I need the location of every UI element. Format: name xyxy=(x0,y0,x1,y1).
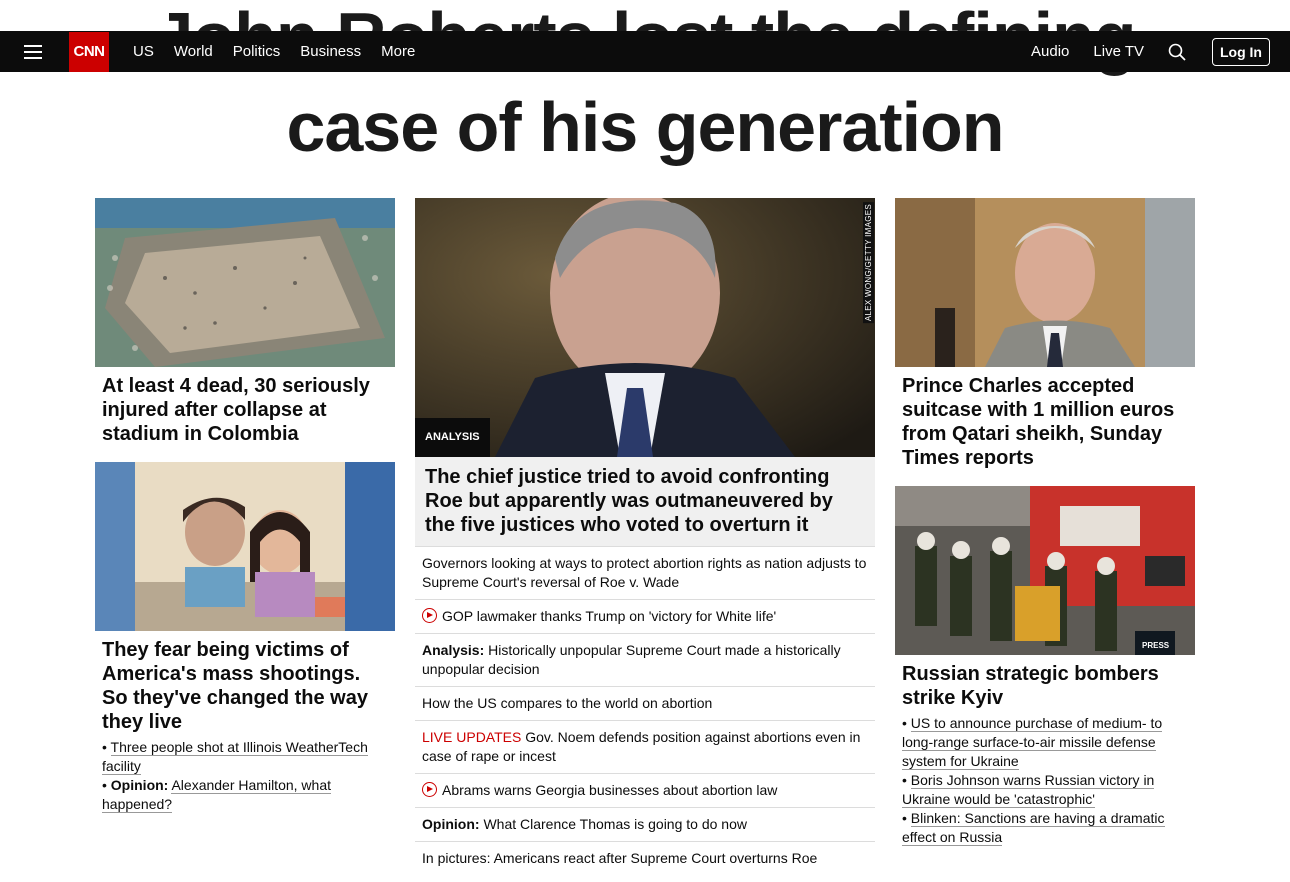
top-nav: CNN US World Politics Business More Audi… xyxy=(0,31,1290,72)
related-stories-list: Governors looking at ways to protect abo… xyxy=(415,546,875,875)
stadium-collapse-image[interactable] xyxy=(95,198,395,367)
bullet-item: • Opinion: Alexander Hamilton, what happ… xyxy=(102,777,331,813)
nav-links: US World Politics Business More xyxy=(123,43,425,60)
nav-link-world[interactable]: World xyxy=(174,43,213,60)
audio-link[interactable]: Audio xyxy=(1031,43,1069,60)
mass-shootings-bullets: • Three people shot at Illinois WeatherT… xyxy=(95,734,395,814)
boris-johnson-link[interactable]: Boris Johnson warns Russian victory in U… xyxy=(902,772,1155,808)
login-button[interactable]: Log In xyxy=(1212,37,1270,66)
opinion-label: Opinion: xyxy=(110,777,169,793)
live-tv-link[interactable]: Live TV xyxy=(1093,43,1144,60)
bullet-item: • Blinken: Sanctions are having a dramat… xyxy=(902,810,1165,846)
headline-line-2[interactable]: case of his generation xyxy=(0,90,1290,164)
list-item-text[interactable]: How the US compares to the world on abor… xyxy=(422,695,712,711)
nav-link-business[interactable]: Business xyxy=(300,43,361,60)
mass-shootings-title[interactable]: They fear being victims of America's mas… xyxy=(95,631,395,734)
weathertech-link[interactable]: Three people shot at Illinois WeatherTec… xyxy=(102,739,368,775)
mass-shootings-image[interactable] xyxy=(95,462,395,631)
list-item-text[interactable]: What Clarence Thomas is going to do now xyxy=(483,816,747,832)
analysis-label: Analysis: xyxy=(422,642,485,658)
list-item-text[interactable]: GOP lawmaker thanks Trump on 'victory fo… xyxy=(442,608,776,624)
list-item[interactable]: How the US compares to the world on abor… xyxy=(415,686,875,720)
press-vest-label: PRESS xyxy=(1142,641,1170,650)
list-item-text[interactable]: Abrams warns Georgia businesses about ab… xyxy=(442,782,777,798)
menu-button[interactable] xyxy=(0,31,66,72)
play-icon xyxy=(422,782,437,797)
cnn-logo[interactable]: CNN xyxy=(69,31,109,72)
list-item-text[interactable]: Historically unpopular Supreme Court mad… xyxy=(422,642,841,677)
blinken-link[interactable]: Blinken: Sanctions are having a dramatic… xyxy=(902,810,1165,846)
right-column: Prince Charles accepted suitcase with 1 … xyxy=(895,198,1195,847)
left-column: At least 4 dead, 30 seriously injured af… xyxy=(95,198,395,814)
bullet-item: • US to announce purchase of medium- to … xyxy=(902,715,1163,770)
nav-link-us[interactable]: US xyxy=(133,43,154,60)
kyiv-strike-title[interactable]: Russian strategic bombers strike Kyiv xyxy=(895,655,1195,710)
nav-link-politics[interactable]: Politics xyxy=(233,43,281,60)
prince-charles-title[interactable]: Prince Charles accepted suitcase with 1 … xyxy=(895,367,1195,470)
list-item[interactable]: LIVE UPDATES Gov. Noem defends position … xyxy=(415,720,875,773)
john-roberts-image[interactable]: ALEX WONG/GETTY IMAGES ANALYSIS xyxy=(415,198,875,457)
nav-right: Audio Live TV Log In xyxy=(1031,31,1270,72)
hamburger-icon xyxy=(24,44,42,59)
stadium-collapse-title[interactable]: At least 4 dead, 30 seriously injured af… xyxy=(95,367,395,446)
missile-defense-link[interactable]: US to announce purchase of medium- to lo… xyxy=(902,715,1163,770)
photo-credit: ALEX WONG/GETTY IMAGES xyxy=(863,202,874,324)
play-icon xyxy=(422,608,437,623)
list-item[interactable]: Opinion: What Clarence Thomas is going t… xyxy=(415,807,875,841)
lead-story[interactable]: The chief justice tried to avoid confron… xyxy=(415,457,875,546)
list-item[interactable]: Abrams warns Georgia businesses about ab… xyxy=(415,773,875,807)
opinion-label: Opinion: xyxy=(422,816,480,832)
list-item-text[interactable]: In pictures: Americans react after Supre… xyxy=(422,850,817,866)
bullet-item: • Three people shot at Illinois WeatherT… xyxy=(102,739,368,775)
kyiv-bullets: • US to announce purchase of medium- to … xyxy=(895,710,1195,847)
list-item[interactable]: In pictures: Americans react after Supre… xyxy=(415,841,875,875)
prince-charles-image[interactable] xyxy=(895,198,1195,367)
nav-link-more[interactable]: More xyxy=(381,43,415,60)
list-item-text[interactable]: Governors looking at ways to protect abo… xyxy=(422,555,866,590)
kyiv-strike-image[interactable]: PRESS xyxy=(895,486,1195,655)
list-item[interactable]: Analysis: Historically unpopular Supreme… xyxy=(415,633,875,686)
lead-story-title[interactable]: The chief justice tried to avoid confron… xyxy=(425,465,865,537)
live-updates-label: LIVE UPDATES xyxy=(422,729,522,745)
bullet-item: • Boris Johnson warns Russian victory in… xyxy=(902,772,1155,808)
list-item[interactable]: Governors looking at ways to protect abo… xyxy=(415,546,875,599)
search-icon[interactable] xyxy=(1168,43,1186,61)
middle-column: ALEX WONG/GETTY IMAGES ANALYSIS The chie… xyxy=(415,198,875,875)
analysis-tag: ANALYSIS xyxy=(415,418,490,457)
list-item[interactable]: GOP lawmaker thanks Trump on 'victory fo… xyxy=(415,599,875,633)
